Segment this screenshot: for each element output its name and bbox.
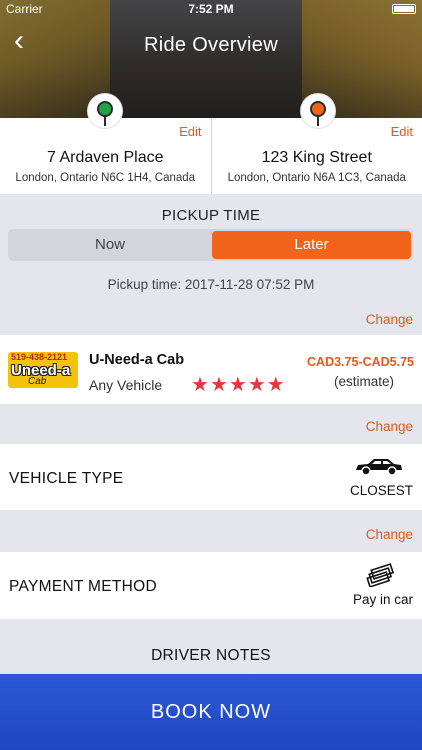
cab-estimate-note: (estimate)	[333, 374, 394, 389]
pickup-address: 7 Ardaven Place	[46, 149, 164, 166]
cab-option[interactable]: 519-438-2121 Uneed-a Cab U-Need-a Cab An…	[0, 335, 422, 404]
cab-logo-sub: Cab	[28, 376, 47, 387]
header: Carrier 7:52 PM ‹ Ride Overview	[0, 0, 422, 118]
pickup-time-section: PICKUP TIME Now Later Pickup time: 2017-…	[0, 194, 422, 334]
page-title: Ride Overview	[144, 34, 278, 56]
dropoff-address: 123 King Street	[261, 149, 372, 166]
pickup-now-option[interactable]: Now	[10, 231, 210, 259]
status-time: 7:52 PM	[188, 2, 234, 16]
star-icon: ★	[209, 374, 229, 396]
vehicle-type-value: CLOSEST	[349, 483, 413, 498]
change-payment-link[interactable]: Change	[366, 527, 413, 542]
payment-method-value: Pay in car	[352, 592, 413, 607]
map-pin-icon	[300, 94, 335, 128]
cab-name: U-Need-a Cab	[89, 352, 185, 368]
cab-logo-phone: 519-438-2121	[11, 352, 68, 362]
edit-dropoff-link[interactable]: Edit	[391, 124, 413, 139]
rating-stars: ★★★★★	[191, 372, 286, 397]
vehicle-type-row[interactable]: VEHICLE TYPE CLOSEST	[0, 444, 422, 510]
cab-price: CAD3.75-CAD5.75	[307, 355, 414, 369]
cab-vehicle: Any Vehicle	[89, 377, 163, 393]
pickup-location[interactable]: Edit 7 Ardaven Place London, Ontario N6C…	[0, 94, 211, 194]
dropoff-city: London, Ontario N6A 1C3, Canada	[227, 172, 406, 184]
star-icon: ★	[266, 374, 286, 396]
pickup-later-option[interactable]: Later	[212, 231, 411, 259]
pickup-time-value: Pickup time: 2017-11-28 07:52 PM	[107, 277, 315, 292]
pickup-city: London, Ontario N6C 1H4, Canada	[15, 172, 196, 184]
star-icon: ★	[247, 374, 267, 396]
status-bar: Carrier 7:52 PM	[0, 2, 422, 18]
payment-method-row[interactable]: PAYMENT METHOD Pay in car	[0, 552, 422, 619]
edit-pickup-link[interactable]: Edit	[179, 124, 201, 139]
change-vehicle-link[interactable]: Change	[366, 419, 413, 434]
book-now-button[interactable]: BOOK NOW	[0, 674, 422, 750]
battery-icon	[392, 4, 416, 14]
pickup-time-segmented-control: Now Later	[8, 229, 413, 261]
star-icon: ★	[228, 374, 248, 396]
driver-notes-header[interactable]: DRIVER NOTES	[0, 647, 422, 665]
dropoff-location[interactable]: Edit 123 King Street London, Ontario N6A…	[210, 94, 422, 194]
star-icon: ★	[191, 374, 210, 396]
vehicle-type-label: VEHICLE TYPE	[9, 470, 124, 487]
locations-panel: Edit 7 Ardaven Place London, Ontario N6C…	[0, 94, 422, 194]
payment-method-label: PAYMENT METHOD	[9, 578, 158, 595]
car-icon	[354, 456, 404, 481]
map-pin-icon	[88, 94, 122, 128]
change-cab-link[interactable]: Change	[366, 312, 413, 327]
cash-icon	[365, 563, 395, 592]
pickup-time-label: PICKUP TIME	[161, 207, 261, 224]
cab-logo: 519-438-2121 Uneed-a Cab	[8, 352, 78, 388]
